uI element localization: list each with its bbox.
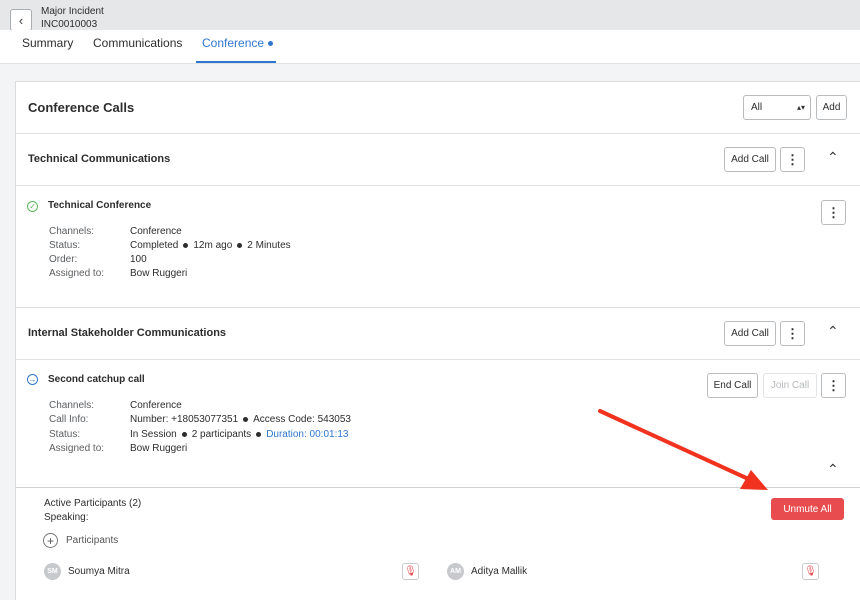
annotation-arrow: [598, 409, 768, 490]
annotation-arrow-shaft: [598, 409, 757, 484]
annotation-arrow-head: [740, 470, 768, 490]
